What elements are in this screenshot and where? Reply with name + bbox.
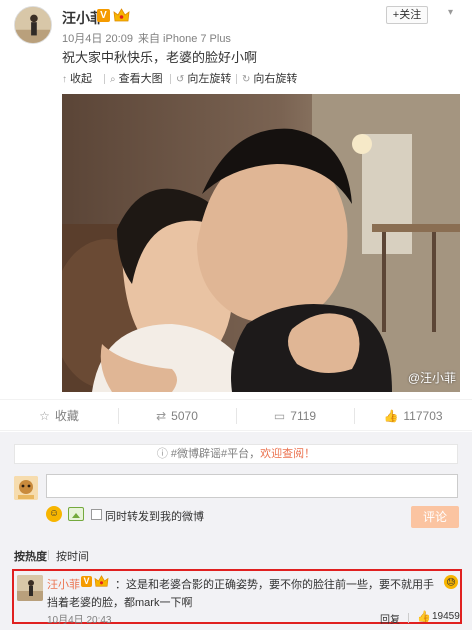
magnifier-icon: ⌕ xyxy=(110,74,116,85)
like-button[interactable]: 👍 117703 xyxy=(354,400,472,432)
collapse-button[interactable]: ↑ 收起 xyxy=(62,72,92,86)
toolbar-divider xyxy=(236,74,237,84)
comment-count: 7119 xyxy=(290,409,317,423)
post-text: 祝大家中秋快乐，老婆的脸好小啊 xyxy=(62,50,258,65)
comment-action-divider xyxy=(408,613,409,623)
rotate-left-label: 向左旋转 xyxy=(187,73,232,85)
rotate-right-icon: ↻ xyxy=(242,74,251,85)
emoji-icon: 😓 xyxy=(444,575,458,589)
favorite-label: 收藏 xyxy=(54,409,79,423)
toolbar-divider xyxy=(104,74,105,84)
commenter-avatar[interactable] xyxy=(17,575,43,601)
media-toolbar: ↑ 收起 ⌕ 查看大图 ↺ 向左旋转 ↻ 向右旋转 xyxy=(62,72,460,86)
collapse-label: 收起 xyxy=(70,73,92,85)
rotate-right-label: 向右旋转 xyxy=(253,73,298,85)
thumbs-up-icon: 👍 xyxy=(383,409,399,423)
tab-by-hot[interactable]: 按热度 xyxy=(14,548,47,564)
topic-link[interactable]: 欢迎查阅！ xyxy=(260,448,315,460)
star-icon: ☆ xyxy=(39,409,50,423)
verified-badge-icon: V xyxy=(97,9,110,22)
photo-watermark: @汪小菲 xyxy=(407,371,456,385)
smiley-icon[interactable]: ☺ xyxy=(46,506,62,522)
verified-badge-icon: V xyxy=(81,576,92,587)
commenter-name[interactable]: 汪小菲 xyxy=(47,576,80,592)
tab-by-time[interactable]: 按时间 xyxy=(56,548,89,564)
comment-like-count: 19459 xyxy=(432,611,460,622)
picture-icon[interactable] xyxy=(68,507,84,521)
repost-button[interactable]: ⇄ 5070 xyxy=(118,400,236,432)
view-large-label: 查看大图 xyxy=(118,73,163,85)
forward-checkbox[interactable] xyxy=(91,509,102,520)
member-crown-icon xyxy=(113,8,130,22)
view-large-button[interactable]: ⌕ 查看大图 xyxy=(110,72,163,86)
post-meta: 10月4日 20:09 来自 iPhone 7 Plus xyxy=(62,30,231,46)
topic-banner[interactable]: ⓘ #微博辟谣#平台，欢迎查阅！ xyxy=(14,444,458,464)
repost-count: 5070 xyxy=(171,409,198,423)
comment-input[interactable] xyxy=(46,474,458,498)
tab-divider xyxy=(48,550,49,560)
post-time[interactable]: 10月4日 20:09 xyxy=(62,33,133,45)
repost-icon: ⇄ xyxy=(156,409,167,423)
rotate-left-icon: ↺ xyxy=(176,74,185,85)
favorite-button[interactable]: ☆ 收藏 xyxy=(0,400,118,432)
topic-text: #微博辟谣#平台， xyxy=(170,448,261,460)
post-source: 来自 iPhone 7 Plus xyxy=(138,33,231,45)
member-crown-icon xyxy=(94,575,109,587)
toolbar-divider xyxy=(170,74,171,84)
comment-button[interactable]: ▭ 7119 xyxy=(236,400,354,432)
comment-icon: ▭ xyxy=(273,409,286,423)
forward-label[interactable]: 同时转发到我的微博 xyxy=(105,508,204,524)
comment-time: 10月4日 20:43 xyxy=(47,615,112,626)
follow-label: +关注 xyxy=(392,9,422,21)
rotate-right-button[interactable]: ↻ 向右旋转 xyxy=(242,72,297,86)
author-avatar[interactable] xyxy=(14,6,52,44)
post-header: 汪小菲 V 10月4日 20:09 来自 iPhone 7 Plus +关注 ▾… xyxy=(0,0,472,70)
follow-button[interactable]: +关注 xyxy=(386,6,428,24)
chevron-down-icon[interactable]: ▾ xyxy=(448,8,458,18)
info-icon: ⓘ xyxy=(156,448,168,460)
post-photo[interactable]: @汪小菲 xyxy=(62,94,460,392)
submit-comment-button[interactable]: 评论 xyxy=(411,506,459,528)
post-action-bar: ☆ 收藏 ⇄ 5070 ▭ 7119 👍 117703 xyxy=(0,399,472,431)
arrow-up-icon: ↑ xyxy=(62,74,67,85)
reply-button[interactable]: 回复 xyxy=(380,611,400,626)
rotate-left-button[interactable]: ↺ 向左旋转 xyxy=(176,72,231,86)
like-count: 117703 xyxy=(403,409,443,423)
top-comment: ：这是和老婆合影的正确姿势，要不你的脸往前一些，要不就用手挡着老婆的脸，都mar… xyxy=(12,569,462,626)
thumbs-up-icon[interactable]: 👍 xyxy=(417,610,431,623)
my-avatar[interactable] xyxy=(14,476,38,500)
